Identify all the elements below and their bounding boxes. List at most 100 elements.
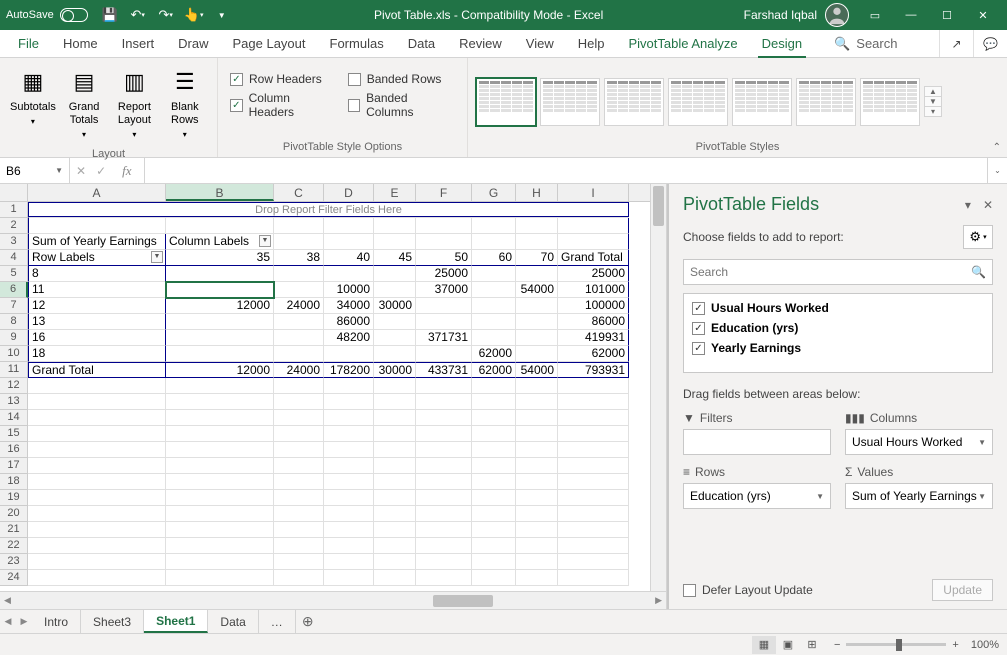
cell[interactable] [274,234,324,250]
close-icon[interactable]: ✕ [965,0,1001,30]
cell[interactable] [166,506,274,522]
cell[interactable] [166,538,274,554]
cell[interactable] [166,474,274,490]
cell[interactable] [274,394,324,410]
sheet-tab[interactable]: Sheet1 [144,610,208,633]
values-area[interactable]: Sum of Yearly Earnings▼ [845,483,993,509]
cell[interactable] [472,314,516,330]
cell[interactable] [324,218,374,234]
cell[interactable] [558,378,629,394]
cell[interactable]: 13 [28,314,166,330]
subtotals-button[interactable]: ▦ Subtotals ▾ [8,62,58,131]
cell[interactable] [516,266,558,282]
cell[interactable] [416,490,472,506]
cell[interactable] [516,410,558,426]
cell[interactable]: Sum of Yearly Earnings [28,234,166,250]
cell[interactable] [166,218,274,234]
row-header[interactable]: 2 [0,218,28,234]
horizontal-scrollbar[interactable] [431,595,651,607]
cell[interactable] [416,378,472,394]
tab-home[interactable]: Home [51,30,110,57]
cell[interactable]: 25000 [416,266,472,282]
cell[interactable]: Row Labels▼ [28,250,166,266]
cell[interactable] [374,394,416,410]
cell[interactable] [472,218,516,234]
cell[interactable] [416,522,472,538]
cell[interactable] [472,442,516,458]
tab-view[interactable]: View [514,30,566,57]
autosave-toggle[interactable]: AutoSave [6,8,88,22]
cell[interactable] [472,282,516,298]
cell[interactable] [166,266,274,282]
defer-update-checkbox[interactable] [683,584,696,597]
pane-options-icon[interactable]: ▾ [965,198,971,212]
gallery-down-icon[interactable]: ▼ [925,97,941,107]
cell[interactable] [374,346,416,362]
cell[interactable] [374,554,416,570]
cell[interactable] [416,346,472,362]
cell[interactable]: 35 [166,250,274,266]
cell[interactable] [558,426,629,442]
cell[interactable] [28,490,166,506]
cell[interactable] [516,314,558,330]
style-thumb[interactable] [604,78,664,126]
expand-formula-bar-icon[interactable]: ⌄ [987,158,1007,183]
gallery-up-icon[interactable]: ▲ [925,87,941,97]
field-item[interactable]: ✓Education (yrs) [688,318,988,338]
tab-help[interactable]: Help [566,30,617,57]
tab-design[interactable]: Design [750,30,814,57]
cell[interactable] [324,346,374,362]
cell[interactable] [516,218,558,234]
cell[interactable] [516,538,558,554]
cell[interactable] [324,266,374,282]
style-thumb[interactable] [476,78,536,126]
field-item[interactable]: ✓Yearly Earnings [688,338,988,358]
cell[interactable]: 86000 [324,314,374,330]
cell[interactable]: 34000 [324,298,374,314]
col-header-C[interactable]: C [274,184,324,201]
style-thumb[interactable] [796,78,856,126]
tab-insert[interactable]: Insert [110,30,167,57]
cell[interactable] [558,474,629,490]
cell[interactable] [374,266,416,282]
cell[interactable]: 101000 [558,282,629,298]
cell[interactable] [166,410,274,426]
column-headers-checkbox[interactable]: ✓Column Headers [226,94,340,116]
cell[interactable] [166,330,274,346]
undo-icon[interactable]: ↶▾ [126,3,150,27]
cell[interactable] [324,538,374,554]
row-header[interactable]: 12 [0,378,28,394]
user-area[interactable]: Farshad Iqbal [744,3,849,27]
cell[interactable] [374,218,416,234]
tab-pivottable-analyze[interactable]: PivotTable Analyze [617,30,750,57]
cell[interactable] [374,378,416,394]
field-search-input[interactable] [690,265,971,279]
sheet-tab-more[interactable]: … [259,610,296,633]
row-headers-checkbox[interactable]: ✓Row Headers [226,68,326,90]
cell[interactable]: 11 [28,282,166,298]
cell[interactable] [472,426,516,442]
row-header[interactable]: 10 [0,346,28,362]
cell[interactable] [374,442,416,458]
col-header-H[interactable]: H [516,184,558,201]
pivottable-styles-gallery[interactable]: ▲▼▾ [468,58,1007,141]
cell[interactable] [324,394,374,410]
cell[interactable] [516,378,558,394]
cell[interactable] [324,410,374,426]
cell[interactable] [558,506,629,522]
cell[interactable] [166,346,274,362]
cell[interactable] [374,330,416,346]
cell[interactable] [28,378,166,394]
cell[interactable] [28,538,166,554]
cell[interactable] [274,330,324,346]
cell[interactable] [374,426,416,442]
redo-icon[interactable]: ↷▾ [154,3,178,27]
gallery-nav[interactable]: ▲▼▾ [924,86,942,117]
save-icon[interactable]: 💾 [98,3,122,27]
cell[interactable] [416,218,472,234]
cell[interactable] [472,570,516,586]
style-thumb[interactable] [732,78,792,126]
cell[interactable]: 86000 [558,314,629,330]
row-header[interactable]: 7 [0,298,28,314]
touch-mode-icon[interactable]: 👆▾ [182,3,206,27]
